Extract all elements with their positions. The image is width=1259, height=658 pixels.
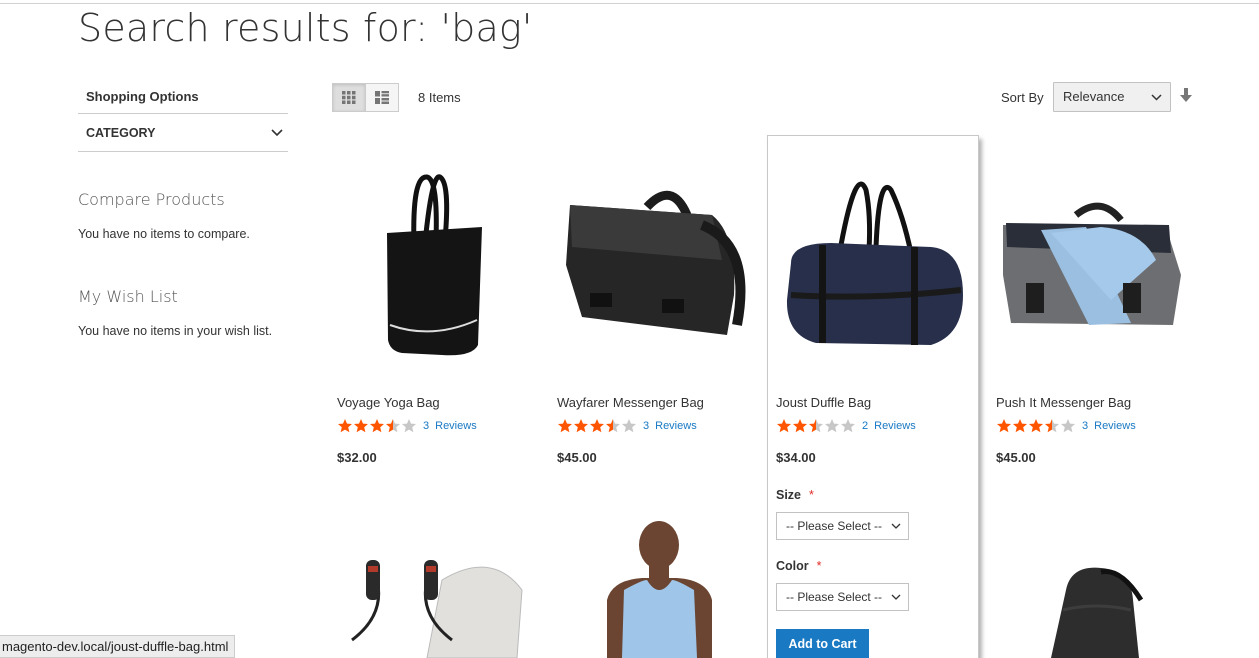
rating-stars xyxy=(337,418,417,433)
product-price: $32.00 xyxy=(337,450,377,465)
list-icon xyxy=(375,91,389,104)
star-icon xyxy=(1013,419,1027,433)
product-image[interactable] xyxy=(332,510,542,658)
product-rating: 3 Reviews xyxy=(996,418,1136,433)
star-icon xyxy=(574,419,588,433)
star-icon xyxy=(370,419,384,433)
add-to-cart-button[interactable]: Add to Cart xyxy=(776,629,869,658)
star-icon xyxy=(997,419,1011,433)
status-bar-url: magento-dev.local/joust-duffle-bag.html xyxy=(0,635,236,658)
arrow-down-icon xyxy=(1180,88,1192,102)
category-filter[interactable]: CATEGORY xyxy=(78,114,288,152)
size-select[interactable]: -- Please Select -- xyxy=(776,512,909,540)
star-icon xyxy=(809,419,823,433)
wishlist-title: My Wish List xyxy=(78,287,178,306)
page-title: Search results for: 'bag' xyxy=(78,6,533,50)
product-item[interactable]: Voyage Yoga Bag 3 Reviews $32.00 xyxy=(332,135,542,465)
star-icon xyxy=(386,419,400,433)
star-icon xyxy=(558,419,572,433)
chevron-down-icon xyxy=(891,594,901,600)
star-icon xyxy=(402,419,416,433)
chevron-down-icon xyxy=(891,523,901,529)
star-icon xyxy=(338,419,352,433)
star-icon xyxy=(793,419,807,433)
product-item[interactable]: Push It Messenger Bag 3 Reviews $45.00 xyxy=(991,135,1201,465)
product-image[interactable] xyxy=(991,510,1201,658)
star-icon xyxy=(354,419,368,433)
product-item[interactable]: Wayfarer Messenger Bag 3 Reviews $45.00 xyxy=(552,135,762,465)
product-rating: 3 Reviews xyxy=(557,418,697,433)
size-select-value: -- Please Select -- xyxy=(786,519,883,533)
product-price: $45.00 xyxy=(557,450,597,465)
shopping-options-title: Shopping Options xyxy=(78,80,288,114)
product-rating: 2 Reviews xyxy=(776,418,916,433)
star-icon xyxy=(622,419,636,433)
tote-bag-image xyxy=(387,174,482,356)
wishlist-empty-text: You have no items in your wish list. xyxy=(78,324,273,338)
product-name[interactable]: Joust Duffle Bag xyxy=(776,395,871,410)
compare-products-title: Compare Products xyxy=(78,190,225,209)
model-tank-top-image xyxy=(607,521,712,658)
rating-stars xyxy=(996,418,1076,433)
messenger-bag-black-image xyxy=(566,190,746,335)
product-name[interactable]: Voyage Yoga Bag xyxy=(337,395,440,410)
product-image[interactable] xyxy=(552,135,762,385)
sort-by-label: Sort By xyxy=(1001,90,1044,105)
product-image[interactable] xyxy=(771,135,981,385)
reviews-link[interactable]: 3 Reviews xyxy=(1082,420,1136,432)
star-icon xyxy=(1061,419,1075,433)
product-item[interactable]: Joust Duffle Bag 2 Reviews $34.00 xyxy=(771,135,981,465)
star-icon xyxy=(841,419,855,433)
grid-icon xyxy=(342,91,356,104)
sort-by-select[interactable]: Relevance xyxy=(1053,82,1171,112)
rating-stars xyxy=(776,418,856,433)
duffle-bag-image xyxy=(786,181,963,345)
product-name[interactable]: Push It Messenger Bag xyxy=(996,395,1131,410)
product-price: $45.00 xyxy=(996,450,1036,465)
star-icon xyxy=(777,419,791,433)
star-icon xyxy=(825,419,839,433)
star-icon xyxy=(1045,419,1059,433)
sidebar: Shopping Options CATEGORY Compare Produc… xyxy=(78,80,288,338)
jump-rope-bag-image xyxy=(351,560,523,658)
star-icon xyxy=(1029,419,1043,433)
rating-stars xyxy=(557,418,637,433)
messenger-bag-blue-image xyxy=(1003,202,1181,325)
list-view-button[interactable] xyxy=(365,83,399,112)
star-icon xyxy=(590,419,604,433)
item-count: 8 Items xyxy=(418,90,461,105)
backpack-image xyxy=(1051,567,1144,658)
reviews-link[interactable]: 3 Reviews xyxy=(643,420,697,432)
chevron-down-icon xyxy=(266,115,288,151)
chevron-down-icon xyxy=(1151,93,1162,101)
grid-view-button[interactable] xyxy=(332,83,366,112)
compare-empty-text: You have no items to compare. xyxy=(78,227,250,241)
star-icon xyxy=(606,419,620,433)
view-mode-switcher xyxy=(332,83,399,112)
category-filter-label: CATEGORY xyxy=(86,125,156,140)
sort-direction-button[interactable] xyxy=(1180,88,1194,104)
reviews-link[interactable]: 2 Reviews xyxy=(862,420,916,432)
product-price: $34.00 xyxy=(776,450,816,465)
product-name[interactable]: Wayfarer Messenger Bag xyxy=(557,395,704,410)
color-select[interactable]: -- Please Select -- xyxy=(776,583,909,611)
product-image[interactable] xyxy=(332,135,542,385)
top-divider xyxy=(0,3,1259,4)
sort-by-value: Relevance xyxy=(1063,89,1125,104)
size-option-label: Size * xyxy=(776,488,814,502)
color-select-value: -- Please Select -- xyxy=(786,590,883,604)
product-image[interactable] xyxy=(552,510,762,658)
reviews-link[interactable]: 3 Reviews xyxy=(423,420,477,432)
color-option-label: Color * xyxy=(776,559,822,573)
product-image[interactable] xyxy=(991,135,1201,385)
product-rating: 3 Reviews xyxy=(337,418,477,433)
